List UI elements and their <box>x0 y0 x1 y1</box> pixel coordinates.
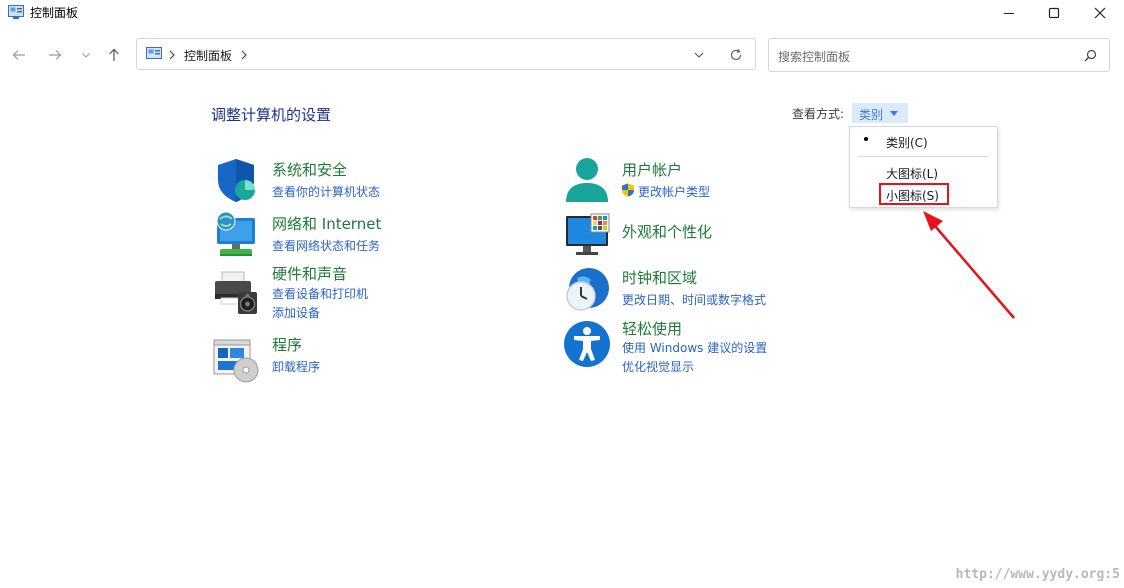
category-title-ease-of-access[interactable]: 轻松使用 <box>622 318 682 339</box>
category-title-clock-region[interactable]: 时钟和区域 <box>622 267 697 288</box>
search-icon[interactable] <box>1084 49 1097 62</box>
breadcrumb-chevron-icon[interactable] <box>240 50 248 60</box>
clock-globe-icon[interactable] <box>563 266 611 314</box>
up-button[interactable] <box>103 44 125 66</box>
annotation-arrow <box>923 211 1015 319</box>
link-view-computer-status[interactable]: 查看你的计算机状态 <box>272 183 380 200</box>
shield-icon[interactable] <box>212 156 260 204</box>
link-windows-recommended-settings[interactable]: 使用 Windows 建议的设置 <box>622 339 767 356</box>
printer-icon[interactable] <box>212 268 260 316</box>
page-title: 调整计算机的设置 <box>211 106 332 124</box>
address-dropdown-icon[interactable] <box>693 50 705 60</box>
control-panel-app-icon <box>8 5 24 19</box>
view-by-dropdown[interactable]: 类别 <box>852 103 908 123</box>
arrow-right-icon <box>49 50 62 60</box>
selected-bullet-icon <box>864 137 868 141</box>
arrow-up-icon <box>109 48 119 61</box>
breadcrumb-separator-icon <box>169 50 175 60</box>
window-title: 控制面板 <box>30 6 79 20</box>
category-title-programs[interactable]: 程序 <box>272 334 302 355</box>
refresh-icon[interactable] <box>729 48 743 62</box>
watermark-text: http://www.yydy.org:5 <box>955 567 1120 582</box>
user-icon[interactable] <box>563 156 611 204</box>
annotation-highlight-box <box>879 183 949 205</box>
breadcrumb-control-panel[interactable]: 控制面板 <box>184 47 232 64</box>
network-icon[interactable] <box>212 210 260 258</box>
link-uninstall-program[interactable]: 卸载程序 <box>272 358 320 375</box>
menu-item-large-icons[interactable]: 大图标(L) <box>886 165 938 182</box>
recent-locations-button[interactable] <box>75 44 97 66</box>
arrow-left-icon <box>12 50 25 60</box>
menu-divider <box>858 156 989 157</box>
chevron-down-icon <box>82 53 90 58</box>
category-title-user-accounts[interactable]: 用户帐户 <box>622 159 682 180</box>
search-input[interactable]: 搜索控制面板 <box>768 38 1110 72</box>
category-title-hardware-sound[interactable]: 硬件和声音 <box>272 263 347 284</box>
category-title-system-security[interactable]: 系统和安全 <box>272 159 347 180</box>
monitor-icon[interactable] <box>563 212 611 260</box>
forward-button[interactable] <box>44 44 66 66</box>
link-add-device[interactable]: 添加设备 <box>272 304 320 321</box>
category-title-network-internet[interactable]: 网络和 Internet <box>272 213 381 234</box>
address-bar[interactable]: 控制面板 <box>136 38 756 70</box>
back-button[interactable] <box>8 44 30 66</box>
view-by-value: 类别 <box>859 108 884 122</box>
maximize-button[interactable] <box>1031 0 1077 26</box>
minimize-icon <box>1004 13 1014 14</box>
view-by-label: 查看方式: <box>792 107 845 121</box>
link-change-date-time-format[interactable]: 更改日期、时间或数字格式 <box>622 291 766 308</box>
accessibility-icon[interactable] <box>563 320 611 368</box>
link-change-account-type[interactable]: 更改帐户类型 <box>638 183 710 200</box>
uac-shield-icon <box>622 183 634 197</box>
control-panel-icon <box>146 47 162 59</box>
category-title-appearance[interactable]: 外观和个性化 <box>622 221 712 242</box>
close-icon <box>1094 7 1106 19</box>
close-button[interactable] <box>1077 0 1123 26</box>
link-view-network-status[interactable]: 查看网络状态和任务 <box>272 237 380 254</box>
link-optimize-visual-display[interactable]: 优化视觉显示 <box>622 358 694 375</box>
link-view-devices-printers[interactable]: 查看设备和打印机 <box>272 285 368 302</box>
dropdown-arrow-icon <box>890 111 898 116</box>
title-bar: 控制面板 <box>0 0 1124 26</box>
menu-item-category[interactable]: 类别(C) <box>886 134 928 151</box>
minimize-button[interactable] <box>986 0 1032 26</box>
search-placeholder: 搜索控制面板 <box>778 50 851 64</box>
programs-icon[interactable] <box>212 336 260 384</box>
maximize-icon <box>1048 7 1060 19</box>
